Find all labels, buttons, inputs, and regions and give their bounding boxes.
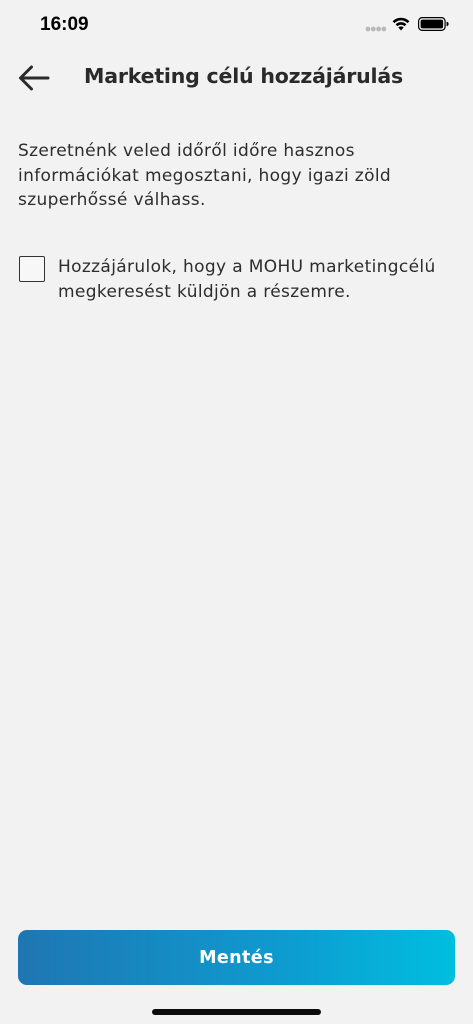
- status-bar: 16:09: [0, 0, 473, 50]
- arrow-left-icon: [19, 65, 50, 91]
- wifi-icon: [392, 17, 410, 31]
- consent-screen: 16:09 Marketing célú hozzájárulás Szeret…: [0, 0, 473, 1024]
- consent-checkbox[interactable]: [19, 256, 45, 282]
- signal-icon: [365, 26, 387, 32]
- back-button[interactable]: [12, 56, 56, 100]
- status-time: 16:09: [40, 14, 89, 35]
- intro-text: Szeretnénk veled időről időre hasznos in…: [18, 141, 392, 210]
- save-button[interactable]: Mentés: [18, 930, 455, 985]
- page-title: Marketing célú hozzájárulás: [84, 64, 403, 88]
- app-header: Marketing célú hozzájárulás: [0, 50, 473, 106]
- consent-label: Hozzájárulok, hogy a MOHU marketingcélú …: [58, 257, 436, 302]
- battery-icon: [418, 17, 449, 31]
- home-indicator: [152, 1009, 321, 1015]
